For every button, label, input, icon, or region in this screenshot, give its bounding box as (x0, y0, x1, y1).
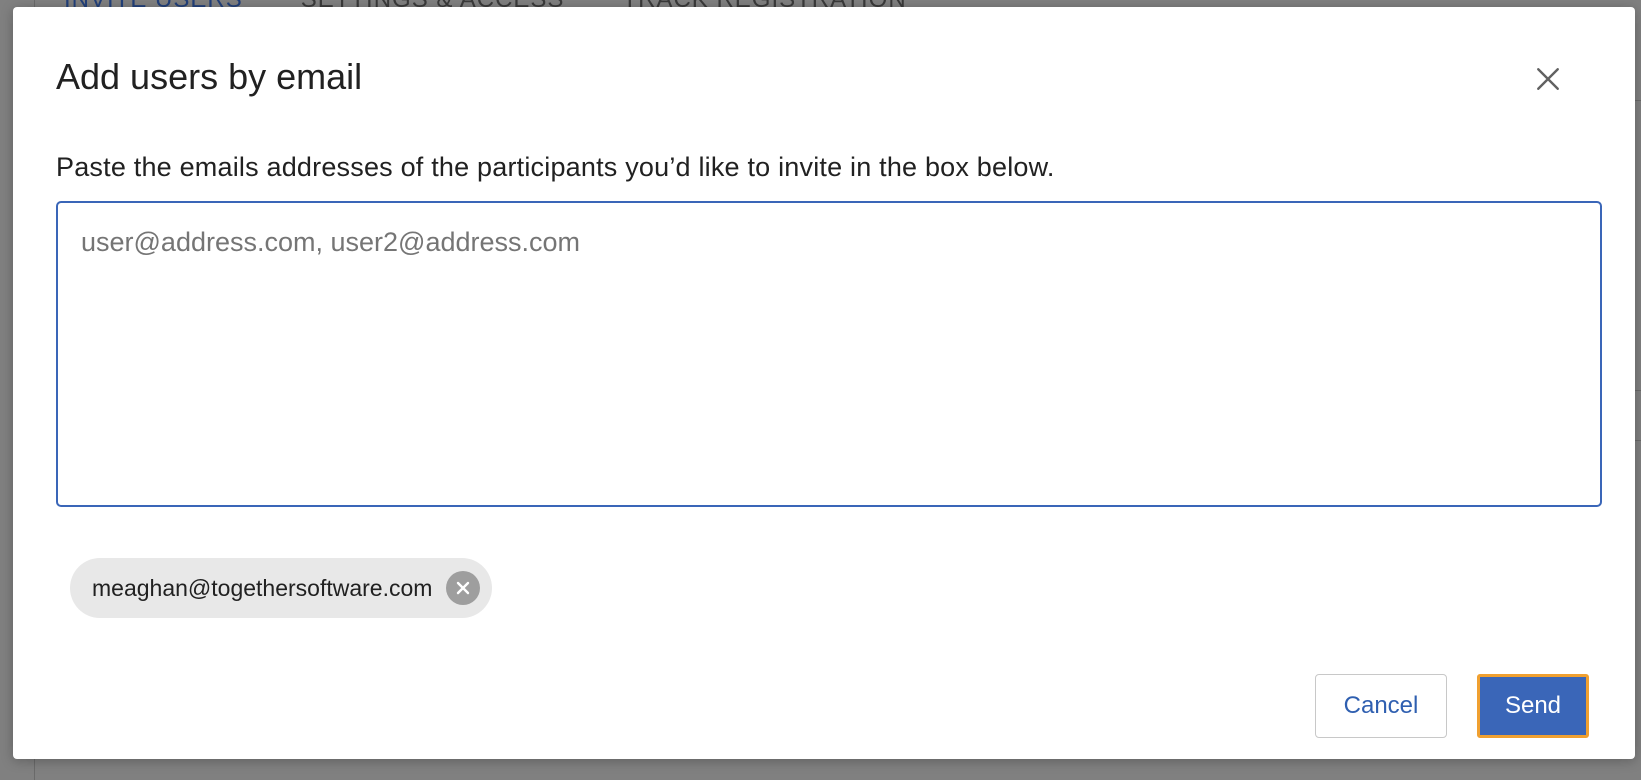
close-circle-icon (457, 581, 470, 595)
dialog-title: Add users by email (56, 56, 363, 97)
close-icon (1537, 68, 1559, 90)
instruction-text: Paste the emails addresses of the partic… (56, 152, 1055, 182)
cancel-button[interactable]: Cancel (1315, 674, 1447, 738)
send-button[interactable]: Send (1477, 674, 1589, 738)
remove-chip-button[interactable] (446, 571, 481, 605)
email-input[interactable] (56, 201, 1602, 507)
email-chip-label: meaghan@togethersoftware.com (92, 574, 433, 601)
close-button[interactable] (1526, 57, 1570, 101)
email-chip: meaghan@togethersoftware.com (70, 558, 493, 618)
add-users-dialog: Add users by email Paste the emails addr… (13, 7, 1635, 759)
